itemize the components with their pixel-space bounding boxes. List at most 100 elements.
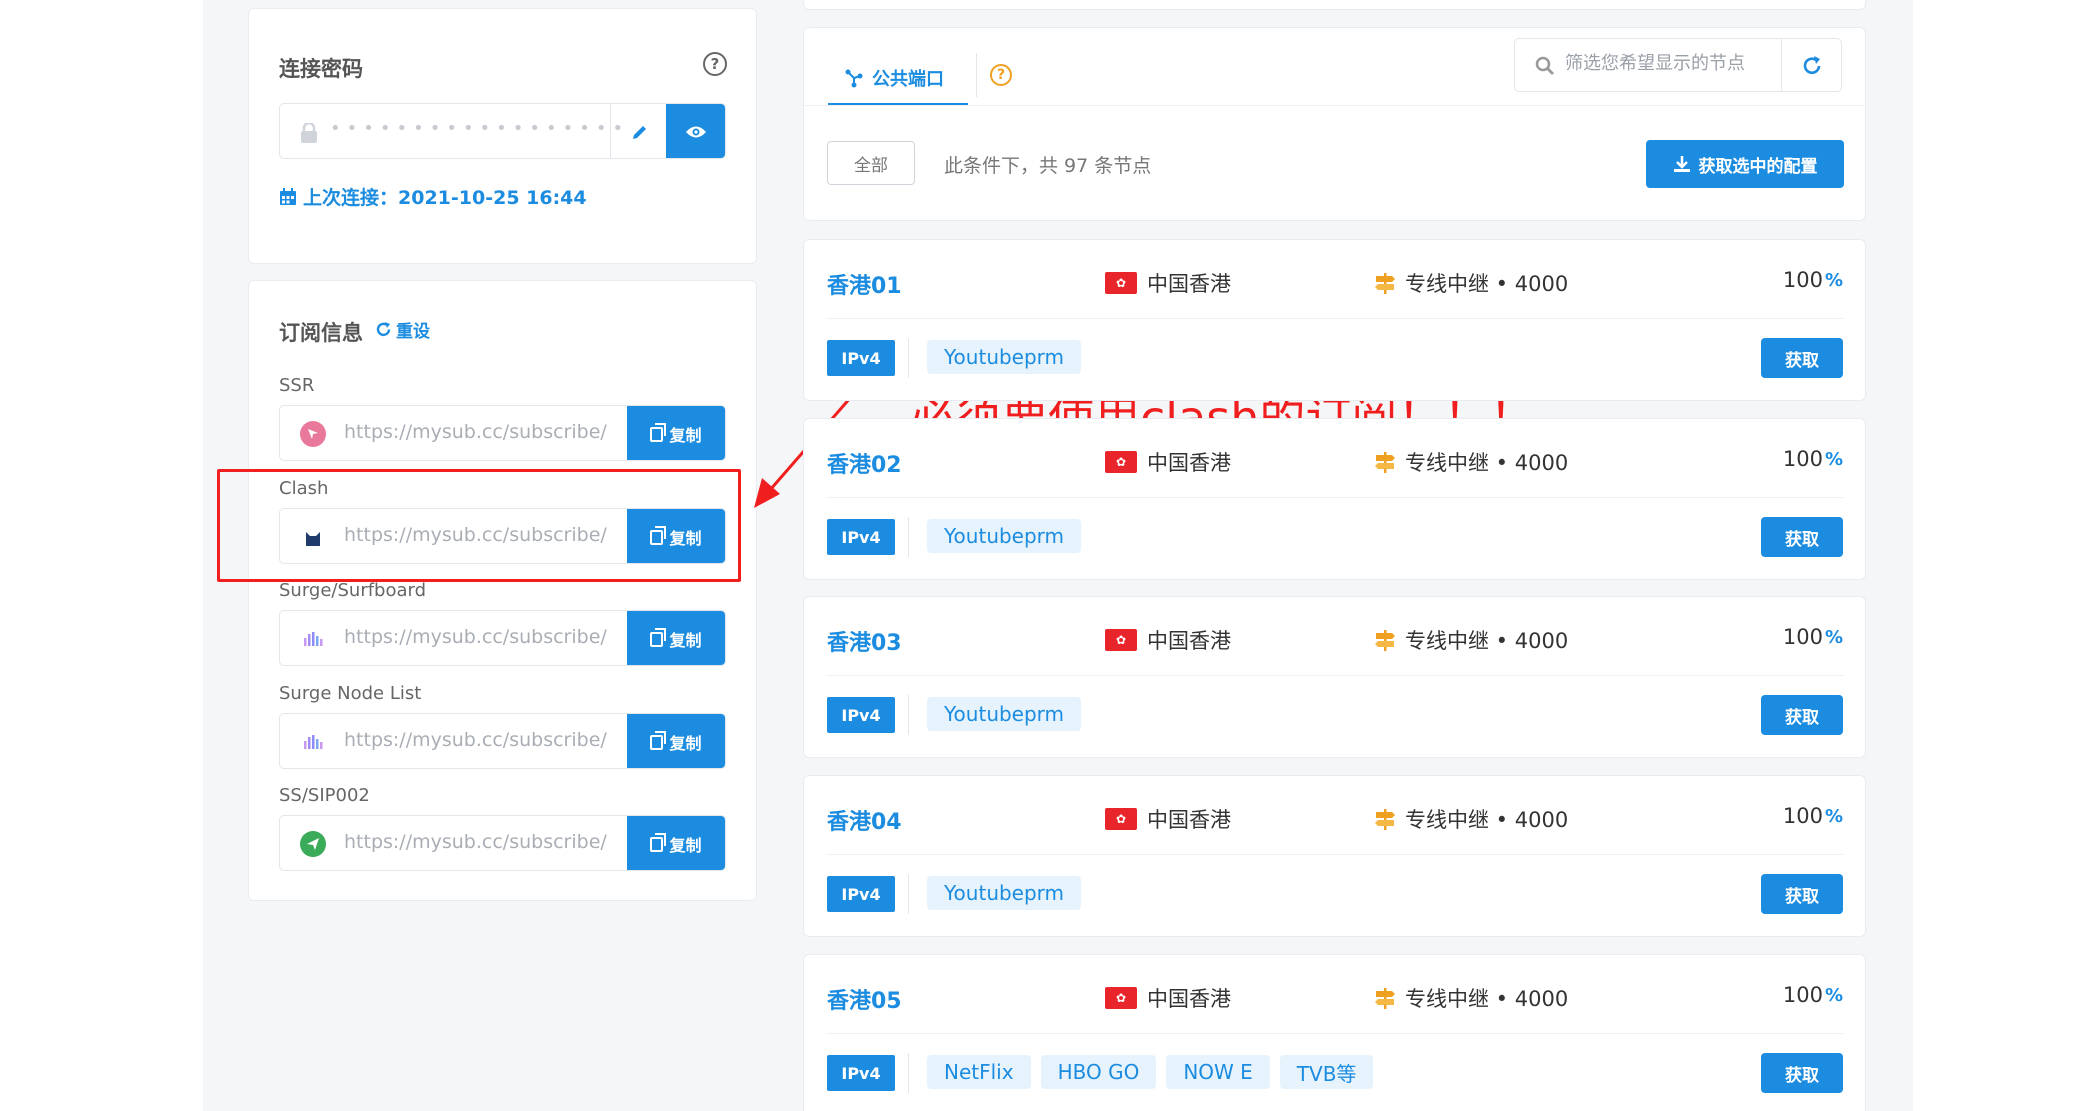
node-region: ✿ 中国香港 [1105, 447, 1231, 477]
node-name[interactable]: 香港05 [827, 983, 902, 1015]
copy-label: 复制 [669, 631, 702, 650]
lock-icon [301, 123, 317, 143]
password-title: 连接密码 [279, 57, 363, 81]
tag-divider [908, 874, 909, 914]
node-rate: 100 % [1783, 625, 1843, 649]
copy-surge-node-list-button[interactable]: 复制 [627, 714, 725, 768]
percent-icon: % [1824, 626, 1843, 648]
node-tag: Youtubeprm [927, 340, 1082, 374]
search-icon [1535, 56, 1554, 75]
fetch-node-button[interactable]: 获取 [1761, 517, 1843, 557]
node-divider [827, 1033, 1844, 1034]
node-region: ✿ 中国香港 [1105, 983, 1231, 1013]
help-icon[interactable]: ? [703, 52, 727, 76]
filter-divider [804, 105, 1865, 106]
fetch-node-button[interactable]: 获取 [1761, 1053, 1843, 1093]
node-region: ✿ 中国香港 [1105, 625, 1231, 655]
node-tags: NetFlix HBO GO NOW E TVB等 [927, 1055, 1374, 1089]
surge-node-list-subscription-row: https://mysub.cc/subscribe/ 复制 [279, 713, 726, 769]
ssr-url[interactable]: https://mysub.cc/subscribe/ [344, 421, 607, 443]
node-divider [827, 675, 1844, 676]
signpost-icon [1375, 809, 1395, 830]
node-tag: NetFlix [927, 1055, 1031, 1089]
node-tag: TVB等 [1279, 1055, 1374, 1089]
node-name[interactable]: 香港04 [827, 804, 902, 836]
copy-label: 复制 [669, 734, 702, 753]
surge-wave-icon [300, 626, 326, 652]
surge-surfboard-label: Surge/Surfboard [279, 580, 427, 601]
copy-surge-surfboard-button[interactable]: 复制 [627, 611, 725, 665]
copy-label: 复制 [669, 836, 702, 855]
node-region-text: 中国香港 [1147, 272, 1231, 296]
hong-kong-flag-icon: ✿ [1105, 808, 1137, 830]
tab-public-port[interactable]: 公共端口 [828, 52, 968, 106]
node-region: ✿ 中国香港 [1105, 268, 1231, 298]
ss-sip002-url[interactable]: https://mysub.cc/subscribe/ [344, 831, 607, 853]
hong-kong-flag-icon: ✿ [1105, 987, 1137, 1009]
node-search-input[interactable] [1565, 53, 1775, 74]
show-password-button[interactable] [666, 104, 725, 158]
reset-subscription-link[interactable]: 重设 [375, 317, 430, 342]
percent-icon: % [1824, 984, 1843, 1006]
fetch-node-button[interactable]: 获取 [1761, 338, 1843, 378]
fetch-selected-label: 获取选中的配置 [1698, 156, 1818, 177]
node-card: 香港03 ✿ 中国香港 专线中继 • 4000 100 % IPv4 Youtu… [803, 596, 1866, 758]
percent-icon: % [1824, 269, 1843, 291]
last-connect-info: 上次连接：2021-10-25 16:44 [279, 183, 587, 210]
ipv4-badge: IPv4 [827, 697, 895, 733]
subscription-title: 订阅信息 [279, 321, 363, 345]
node-count-text: 此条件下，共 97 条节点 [944, 155, 1152, 177]
signpost-icon [1375, 630, 1395, 651]
node-line-text: 专线中继 • 4000 [1405, 808, 1569, 832]
tab-divider [976, 53, 977, 97]
node-region: ✿ 中国香港 [1105, 804, 1231, 834]
password-mask: •••••••••••••••••• [330, 118, 630, 139]
password-field[interactable]: •••••••••••••••••• [279, 103, 726, 159]
fetch-node-button[interactable]: 获取 [1761, 695, 1843, 735]
tag-divider [908, 695, 909, 735]
copy-ssr-button[interactable]: 复制 [627, 406, 725, 460]
search-divider [1781, 39, 1782, 91]
tag-divider [908, 517, 909, 557]
surge-surfboard-subscription-row: https://mysub.cc/subscribe/ 复制 [279, 610, 726, 666]
filter-all-button[interactable]: 全部 [827, 141, 915, 185]
surge-wave-icon [300, 729, 326, 755]
node-line-type: 专线中继 • 4000 [1373, 447, 1568, 477]
node-name[interactable]: 香港02 [827, 447, 902, 479]
ss-sip002-label: SS/SIP002 [279, 785, 370, 806]
last-connect-text: 上次连接：2021-10-25 16:44 [303, 187, 587, 209]
node-card: 香港02 ✿ 中国香港 专线中继 • 4000 100 % IPv4 Youtu… [803, 418, 1866, 580]
copy-icon [650, 627, 667, 647]
calendar-icon [280, 187, 296, 205]
percent-icon: % [1824, 448, 1843, 470]
edit-password-button[interactable] [610, 104, 668, 158]
tag-divider [908, 338, 909, 378]
signpost-icon [1375, 452, 1395, 473]
refresh-icon[interactable] [1801, 55, 1823, 77]
password-card: 连接密码 ? •••••••••••••••••• 上次连接：2021-10-2… [248, 8, 757, 264]
node-name[interactable]: 香港03 [827, 625, 902, 657]
node-tag: Youtubeprm [927, 519, 1082, 553]
node-name[interactable]: 香港01 [827, 268, 902, 300]
node-rate: 100 % [1783, 804, 1843, 828]
reset-label: 重设 [396, 322, 430, 342]
hong-kong-flag-icon: ✿ [1105, 272, 1137, 294]
node-tag: NOW E [1166, 1055, 1270, 1089]
node-card: 香港01 ✿ 中国香港 专线中继 • 4000 100 % IPv4 Youtu… [803, 239, 1866, 401]
node-line-type: 专线中继 • 4000 [1373, 268, 1568, 298]
paper-plane-icon [300, 831, 326, 857]
node-line-text: 专线中继 • 4000 [1405, 629, 1569, 653]
fetch-selected-config-button[interactable]: 获取选中的配置 [1646, 140, 1844, 188]
copy-label: 复制 [669, 426, 702, 445]
node-region-text: 中国香港 [1147, 987, 1231, 1011]
node-rate-value: 100 [1782, 268, 1823, 292]
fetch-node-button[interactable]: 获取 [1761, 874, 1843, 914]
node-tags: Youtubeprm [927, 340, 1082, 374]
surge-node-list-url[interactable]: https://mysub.cc/subscribe/ [344, 729, 607, 751]
ssr-app-icon [300, 421, 326, 447]
tab-help-icon[interactable]: ? [990, 64, 1012, 86]
surge-surfboard-url[interactable]: https://mysub.cc/subscribe/ [344, 626, 607, 648]
node-rate: 100 % [1783, 447, 1843, 471]
copy-ss-sip002-button[interactable]: 复制 [627, 816, 725, 870]
filter-card: 公共端口 ? 全部 此条件下，共 97 条节点 获取选中的配置 [803, 27, 1866, 221]
